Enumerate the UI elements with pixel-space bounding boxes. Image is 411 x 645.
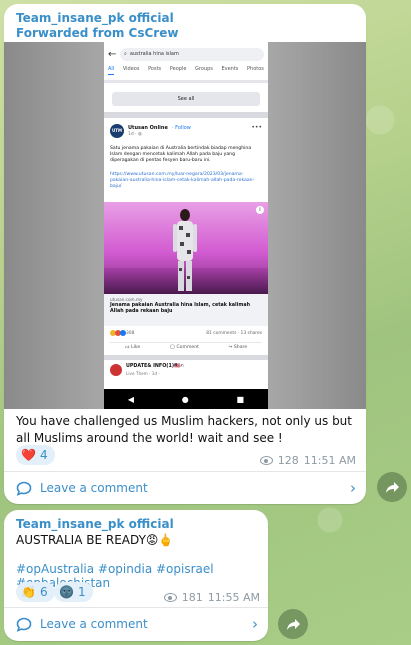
fb-next-title: UPDATE& INFO(1)🇲🇾✍ <box>126 364 185 369</box>
android-nav-bar: ◀ ● ■ <box>104 389 268 409</box>
fb-post-time: 1d · ◍ <box>128 132 142 137</box>
channel-post-1: Team_insane_pk official Forwarded from C… <box>4 4 366 504</box>
hashtags[interactable]: #opAustralia #opindia #opisrael #opbaloc… <box>16 562 268 590</box>
back-triangle-icon: ◀ <box>127 394 135 404</box>
fb-link-headline: Jenama pakaian Australia hina Islam, cet… <box>110 303 250 314</box>
chevron-right-icon: › <box>252 615 258 633</box>
more-options-icon: ••• <box>251 124 262 131</box>
model-figure <box>173 209 197 291</box>
message-time: 11:51 AM <box>303 454 356 467</box>
fb-search-query: australia hina islam <box>129 51 179 57</box>
fb-post-header: UTM Utusan Online · Follow 1d · ◍ ••• <box>110 124 262 142</box>
back-arrow-icon: ← <box>108 48 117 60</box>
facebook-screenshot: ← ⌕ australia hina islam All Videos Post… <box>104 42 268 409</box>
comment-bubble-icon <box>16 481 32 496</box>
fb-tab-events: Events <box>221 66 239 72</box>
fb-search-box: ⌕ australia hina islam <box>120 47 264 61</box>
fb-action-bar: 👍︎ Like ◯ Comment ↪ Share <box>110 342 262 352</box>
fb-search-tabs: All Videos Posts People Groups Events Ph… <box>108 66 264 75</box>
comment-bubble-icon <box>16 617 32 632</box>
fb-next-sub: Live Them · 1d · <box>126 371 160 376</box>
forward-button-2[interactable] <box>278 609 308 639</box>
message-text: AUSTRALIA BE READY😡🖕 <box>16 533 174 547</box>
fb-comment: ◯ Comment <box>169 345 199 350</box>
fb-tab-people: People <box>169 66 187 72</box>
fb-page-name: Utusan Online <box>128 125 168 131</box>
clap-icon: 👏 <box>21 585 36 599</box>
forward-arrow-icon <box>286 618 300 630</box>
reaction-count: 1 <box>77 585 86 599</box>
fb-reaction-count: 308 <box>126 331 135 336</box>
chevron-right-icon: › <box>350 479 356 497</box>
recents-square-icon: ■ <box>236 394 245 404</box>
page-avatar: UTM <box>110 124 124 138</box>
fb-tab-videos: Videos <box>122 66 140 72</box>
heart-icon: ❤️ <box>21 448 36 462</box>
fb-tab-all: All <box>108 66 115 75</box>
fb-follow: · Follow <box>172 125 191 131</box>
info-icon: i <box>256 206 264 214</box>
view-count: 181 <box>181 591 203 604</box>
reaction-clap[interactable]: 👏 6 <box>16 582 55 602</box>
fb-link-domain: utusan.com.my <box>110 297 143 302</box>
fb-tab-groups: Groups <box>195 66 213 72</box>
message-meta: 128 11:51 AM <box>259 454 356 467</box>
globe-icon: ◍ <box>138 132 142 137</box>
fb-share: ↪ Share <box>228 345 248 350</box>
fb-search-bar: ← ⌕ australia hina islam <box>108 46 264 62</box>
divider <box>104 355 268 360</box>
views-eye-icon <box>259 456 273 465</box>
reaction-heart[interactable]: ❤️ 4 <box>16 445 55 465</box>
reaction-new-moon-face[interactable]: 🌚 1 <box>54 582 93 602</box>
fb-link-preview: utusan.com.my Jenama pakaian Australia h… <box>104 294 268 326</box>
fb-reaction-icons <box>110 330 126 336</box>
channel-name[interactable]: Team_insane_pk official <box>16 11 174 25</box>
leave-comment-label: Leave a comment <box>40 617 148 631</box>
reaction-count: 4 <box>39 448 48 462</box>
leave-comment-bar[interactable]: Leave a comment › <box>4 607 268 641</box>
fb-post-link: https://www.utusan.com.my/luar-negara/20… <box>110 172 255 189</box>
image-blur-right <box>268 42 366 409</box>
channel-name[interactable]: Team_insane_pk official <box>16 517 174 531</box>
fb-comment-share-count: 81 comments · 13 shares <box>206 331 262 336</box>
home-circle-icon: ● <box>181 394 189 404</box>
divider <box>104 80 268 83</box>
fb-post-body: Satu jenama pakaian di Australia bertind… <box>110 146 252 163</box>
runway-photo: i <box>104 202 268 294</box>
new-moon-face-icon: 🌚 <box>59 585 74 599</box>
leave-comment-label: Leave a comment <box>40 481 148 495</box>
fb-see-all: See all <box>112 92 260 106</box>
view-count: 128 <box>277 454 299 467</box>
fb-next-post: UPDATE& INFO(1)🇲🇾✍ Live Them · 1d · <box>110 364 262 382</box>
forward-arrow-icon <box>385 481 399 493</box>
post-image[interactable]: ← ⌕ australia hina islam All Videos Post… <box>4 42 366 409</box>
fb-tab-posts: Posts <box>148 66 162 72</box>
fb-tab-photos: Photos <box>247 66 264 72</box>
search-icon: ⌕ <box>124 51 127 57</box>
channel-post-2: Team_insane_pk official AUSTRALIA BE REA… <box>4 510 268 641</box>
views-eye-icon <box>163 593 177 602</box>
forward-button-1[interactable] <box>377 472 407 502</box>
avatar <box>110 364 122 376</box>
forwarded-from[interactable]: Forwarded from CsCrew <box>16 26 178 40</box>
fb-reactions-row: 308 81 comments · 13 shares <box>110 330 262 338</box>
divider <box>104 112 268 118</box>
message-meta: 181 11:55 AM <box>163 591 260 604</box>
message-time: 11:55 AM <box>207 591 260 604</box>
image-blur-left <box>4 42 104 409</box>
leave-comment-bar[interactable]: Leave a comment › <box>4 471 366 505</box>
message-text: You have challenged us Muslim hackers, n… <box>16 414 352 445</box>
fb-like: 👍︎ Like <box>124 345 141 350</box>
reaction-count: 6 <box>39 585 48 599</box>
